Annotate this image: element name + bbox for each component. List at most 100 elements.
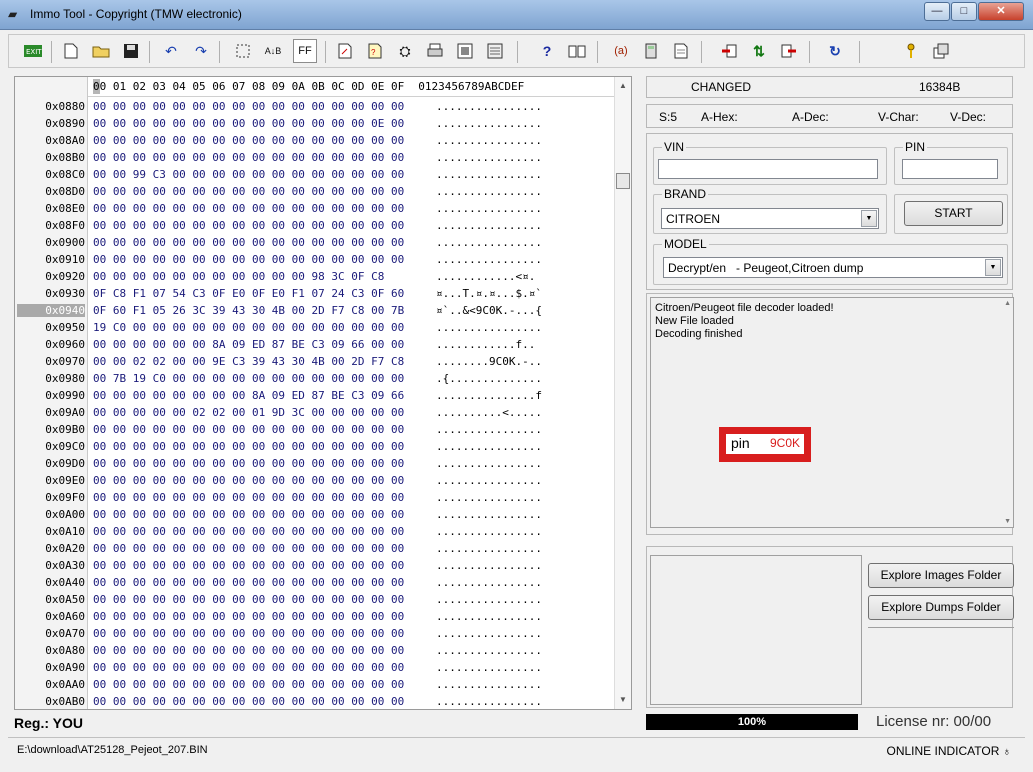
hex-row[interactable]: 0x0A00 00 00 00 00 00 00 00 00 00 00 00 0…: [15, 506, 615, 523]
undo-icon[interactable]: ↶: [159, 39, 183, 63]
manual-book-icon[interactable]: [565, 39, 589, 63]
row-ascii[interactable]: ................: [436, 610, 542, 623]
notes-icon[interactable]: [669, 39, 693, 63]
print-icon[interactable]: [423, 39, 447, 63]
chevron-down-icon[interactable]: ▼: [861, 210, 877, 227]
row-ascii[interactable]: ............<¤.: [436, 270, 535, 283]
vin-input[interactable]: [658, 159, 878, 179]
row-ascii[interactable]: ¤`..&<9C0K.-...{: [436, 304, 542, 317]
key-icon[interactable]: [899, 39, 923, 63]
row-ascii[interactable]: ................: [436, 168, 542, 181]
model-select[interactable]: Decrypt/en - Peugeot,Citroen dump ▼: [663, 257, 1003, 278]
start-button[interactable]: START: [904, 201, 1003, 226]
hex-row[interactable]: 0x08C0 00 00 99 C3 00 00 00 00 00 00 00 0…: [15, 166, 615, 183]
hex-row[interactable]: 0x09C0 00 00 00 00 00 00 00 00 00 00 00 0…: [15, 438, 615, 455]
row-ascii[interactable]: ................: [436, 644, 542, 657]
row-ascii[interactable]: ................: [436, 440, 542, 453]
log-output[interactable]: Citroen/Peugeot file decoder loaded! New …: [650, 297, 1014, 528]
hex-row[interactable]: 0x0980 00 7B 19 C0 00 00 00 00 00 00 00 0…: [15, 370, 615, 387]
hex-row[interactable]: 0x09D0 00 00 00 00 00 00 00 00 00 00 00 0…: [15, 455, 615, 472]
hex-row[interactable]: 0x0A40 00 00 00 00 00 00 00 00 00 00 00 0…: [15, 574, 615, 591]
row-bytes[interactable]: 00 00 99 C3 00 00 00 00 00 00 00 00 00 0…: [93, 168, 404, 181]
hex-row[interactable]: 0x0A90 00 00 00 00 00 00 00 00 00 00 00 0…: [15, 659, 615, 676]
export-icon[interactable]: [777, 39, 801, 63]
row-ascii[interactable]: ................: [436, 678, 542, 691]
exit-icon[interactable]: EXIT: [21, 39, 45, 63]
close-button[interactable]: ✕: [978, 2, 1024, 21]
row-ascii[interactable]: ................: [436, 474, 542, 487]
copy-icon[interactable]: ?: [363, 39, 387, 63]
row-ascii[interactable]: ................: [436, 185, 542, 198]
windows-icon[interactable]: [929, 39, 953, 63]
row-bytes[interactable]: 00 00 00 00 00 00 00 00 00 00 00 00 00 0…: [93, 100, 404, 113]
row-bytes[interactable]: 00 00 00 00 00 00 00 00 00 00 00 00 00 0…: [93, 559, 404, 572]
hex-row[interactable]: 0x0970 00 00 02 02 00 00 9E C3 39 43 30 4…: [15, 353, 615, 370]
hex-row[interactable]: 0x0A50 00 00 00 00 00 00 00 00 00 00 00 0…: [15, 591, 615, 608]
hex-row[interactable]: 0x08D0 00 00 00 00 00 00 00 00 00 00 00 0…: [15, 183, 615, 200]
hex-row[interactable]: 0x0920 00 00 00 00 00 00 00 00 00 00 00 9…: [15, 268, 615, 285]
row-bytes[interactable]: 00 00 00 00 00 00 00 00 00 00 00 00 00 0…: [93, 627, 404, 640]
hex-row[interactable]: 0x0910 00 00 00 00 00 00 00 00 00 00 00 0…: [15, 251, 615, 268]
row-bytes[interactable]: 00 00 00 00 00 00 00 00 00 00 00 00 00 0…: [93, 695, 404, 708]
row-ascii[interactable]: ................: [436, 593, 542, 606]
open-folder-icon[interactable]: [89, 39, 113, 63]
brand-select[interactable]: CITROEN ▼: [661, 208, 879, 229]
row-ascii[interactable]: ................: [436, 661, 542, 674]
explore-dumps-button[interactable]: Explore Dumps Folder: [868, 595, 1014, 620]
row-bytes[interactable]: 19 C0 00 00 00 00 00 00 00 00 00 00 00 0…: [93, 321, 404, 334]
row-ascii[interactable]: ................: [436, 457, 542, 470]
new-file-icon[interactable]: [59, 39, 83, 63]
swap-icon[interactable]: ⇅: [747, 39, 771, 63]
row-ascii[interactable]: ................: [436, 542, 542, 555]
hex-row[interactable]: 0x0AA0 00 00 00 00 00 00 00 00 00 00 00 0…: [15, 676, 615, 693]
row-ascii[interactable]: ................: [436, 423, 542, 436]
hex-row[interactable]: 0x0A60 00 00 00 00 00 00 00 00 00 00 00 0…: [15, 608, 615, 625]
row-bytes[interactable]: 0F 60 F1 05 26 3C 39 43 30 4B 00 2D F7 C…: [93, 304, 404, 317]
binoculars-icon[interactable]: ⛭: [393, 39, 417, 63]
log-scroll-down-icon[interactable]: ▼: [1004, 518, 1011, 525]
row-ascii[interactable]: ¤...T.¤.¤...$.¤`: [436, 287, 542, 300]
row-ascii[interactable]: ................: [436, 491, 542, 504]
row-ascii[interactable]: ................: [436, 219, 542, 232]
row-bytes[interactable]: 00 00 00 00 00 00 00 00 00 00 00 00 00 0…: [93, 151, 404, 164]
row-ascii[interactable]: ................: [436, 695, 542, 708]
hex-editor[interactable]: 00 01 02 03 04 05 06 07 08 09 0A 0B 0C 0…: [14, 76, 632, 710]
row-ascii[interactable]: ................: [436, 576, 542, 589]
select-icon[interactable]: [231, 39, 255, 63]
row-bytes[interactable]: 00 00 00 00 00 00 00 00 00 00 00 00 00 0…: [93, 423, 404, 436]
row-ascii[interactable]: ................: [436, 100, 542, 113]
row-bytes[interactable]: 00 00 00 00 00 00 00 00 00 00 00 00 00 0…: [93, 542, 404, 555]
row-ascii[interactable]: ................: [436, 321, 542, 334]
row-bytes[interactable]: 00 00 00 00 00 00 00 00 00 00 00 00 00 0…: [93, 610, 404, 623]
row-bytes[interactable]: 00 00 00 00 00 00 00 00 00 00 00 00 00 0…: [93, 661, 404, 674]
hex-row[interactable]: 0x0A80 00 00 00 00 00 00 00 00 00 00 00 0…: [15, 642, 615, 659]
row-ascii[interactable]: ................: [436, 134, 542, 147]
row-ascii[interactable]: ................: [436, 627, 542, 640]
import-icon[interactable]: [717, 39, 741, 63]
hex-row[interactable]: 0x08E0 00 00 00 00 00 00 00 00 00 00 00 0…: [15, 200, 615, 217]
row-ascii[interactable]: ................: [436, 236, 542, 249]
row-ascii[interactable]: ................: [436, 202, 542, 215]
hex-row[interactable]: 0x0940 0F 60 F1 05 26 3C 39 43 30 4B 00 2…: [15, 302, 615, 319]
row-bytes[interactable]: 00 00 00 00 00 00 00 00 00 00 00 00 00 0…: [93, 491, 404, 504]
hex-row[interactable]: 0x09F0 00 00 00 00 00 00 00 00 00 00 00 0…: [15, 489, 615, 506]
refresh-icon[interactable]: ↻: [823, 39, 847, 63]
log-scroll-up-icon[interactable]: ▲: [1004, 300, 1011, 307]
row-bytes[interactable]: 00 00 00 00 00 00 00 00 00 00 00 00 00 0…: [93, 508, 404, 521]
row-bytes[interactable]: 00 00 00 00 00 00 00 00 00 00 00 98 3C 0…: [93, 270, 384, 283]
hex-row[interactable]: 0x0950 19 C0 00 00 00 00 00 00 00 00 00 0…: [15, 319, 615, 336]
window-icon[interactable]: [453, 39, 477, 63]
row-ascii[interactable]: ................: [436, 117, 542, 130]
row-bytes[interactable]: 00 00 00 00 00 02 02 00 01 9D 3C 00 00 0…: [93, 406, 404, 419]
row-bytes[interactable]: 00 00 00 00 00 00 8A 09 ED 87 BE C3 09 6…: [93, 338, 404, 351]
hex-row[interactable]: 0x0AB0 00 00 00 00 00 00 00 00 00 00 00 0…: [15, 693, 615, 710]
hex-row[interactable]: 0x09A0 00 00 00 00 00 02 02 00 01 9D 3C 0…: [15, 404, 615, 421]
row-bytes[interactable]: 00 00 00 00 00 00 00 00 00 00 00 00 00 0…: [93, 678, 404, 691]
calc-sheet-icon[interactable]: [483, 39, 507, 63]
row-bytes[interactable]: 00 00 00 00 00 00 00 00 00 00 00 00 00 0…: [93, 440, 404, 453]
hex-row[interactable]: 0x09B0 00 00 00 00 00 00 00 00 00 00 00 0…: [15, 421, 615, 438]
save-icon[interactable]: [119, 39, 143, 63]
hex-row[interactable]: 0x0960 00 00 00 00 00 00 8A 09 ED 87 BE C…: [15, 336, 615, 353]
scroll-thumb[interactable]: [616, 173, 630, 189]
redo-icon[interactable]: ↷: [189, 39, 213, 63]
